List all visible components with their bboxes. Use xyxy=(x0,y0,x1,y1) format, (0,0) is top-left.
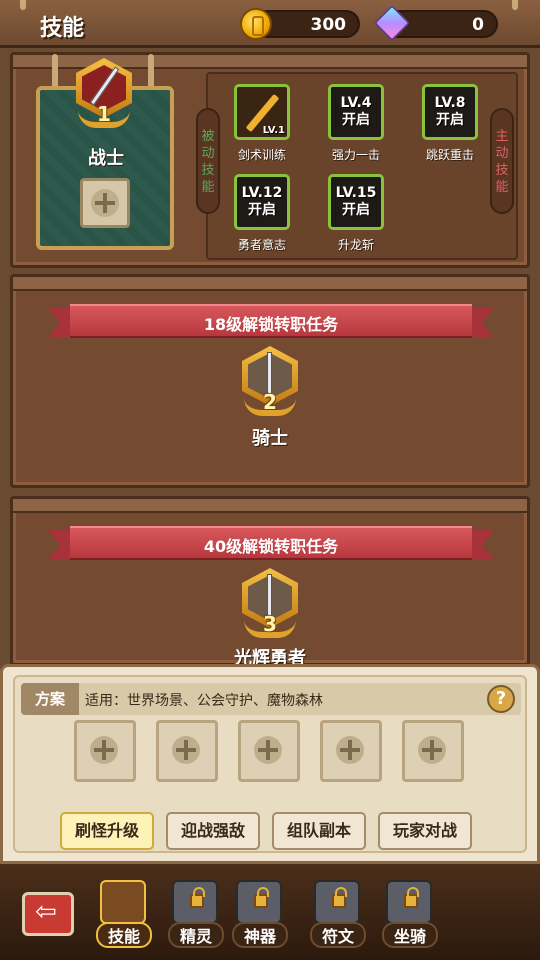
active-skills-tag: 主动技能 xyxy=(490,108,514,214)
class-rank: 2 xyxy=(263,390,277,414)
scheme-slot-5[interactable] xyxy=(402,720,464,782)
scheme-slot-4[interactable] xyxy=(320,720,382,782)
skill-name: 跳跃重击 xyxy=(425,148,474,162)
plus-icon xyxy=(91,189,119,217)
nav-label: 技能 xyxy=(96,922,152,948)
skill-lock-text: LV.12 开启 xyxy=(241,185,283,218)
exit-button[interactable] xyxy=(22,892,74,936)
skill-name: 升龙斩 xyxy=(337,238,374,252)
unlock-banner-text: 40级解锁转职任务 xyxy=(203,537,339,556)
lock-icon xyxy=(332,887,347,908)
lock-icon xyxy=(190,887,205,908)
hanger xyxy=(512,0,518,10)
plus-icon xyxy=(418,736,446,764)
nav-label: 符文 xyxy=(310,922,366,948)
unlock-banner: 18级解锁转职任务 xyxy=(48,304,494,340)
plus-icon xyxy=(172,736,200,764)
panel-trim xyxy=(13,277,527,291)
page-title: 技能 xyxy=(40,16,85,41)
class-name: 光辉勇者 xyxy=(234,648,306,664)
skill-lock-text: LV.15 开启 xyxy=(335,185,377,218)
scheme-description: 适用：世界场景、公会守护、魔物森林 xyxy=(85,693,323,709)
skill-lock-text: LV.4 开启 xyxy=(340,95,372,128)
nav-tab-spirits[interactable]: 精灵 xyxy=(164,876,228,954)
skill-name: 勇者意志 xyxy=(237,238,286,252)
nav-label: 精灵 xyxy=(168,922,224,948)
nav-label: 神器 xyxy=(232,922,288,948)
gem-counter: 0 xyxy=(373,4,498,42)
gem-icon xyxy=(373,4,411,42)
artifact-icon xyxy=(236,880,282,924)
unlock-banner-text: 18级解锁转职任务 xyxy=(203,315,339,334)
gold-coin-icon xyxy=(240,8,272,40)
passive-skills-tag: 被动技能 xyxy=(196,108,220,214)
mode-boss-button[interactable]: 迎战强敌 xyxy=(166,812,260,850)
nav-label: 坐骑 xyxy=(382,922,438,948)
hanger xyxy=(148,54,154,90)
skill-name: 剑术训练 xyxy=(237,148,286,162)
scheme-row: 方案 适用：世界场景、公会守护、魔物森林 ? xyxy=(21,683,521,715)
skill-jump-smash[interactable]: LV.8 开启 xyxy=(422,84,478,140)
plus-icon xyxy=(336,736,364,764)
rune-icon xyxy=(314,880,360,924)
nav-tab-artifacts[interactable]: 神器 xyxy=(228,876,292,954)
gold-counter: 300 xyxy=(240,8,360,40)
skill-sword-training[interactable]: LV.1 xyxy=(234,84,290,140)
spirit-icon xyxy=(172,880,218,924)
scheme-slot-1[interactable] xyxy=(74,720,136,782)
lock-icon xyxy=(254,887,269,908)
lock-icon xyxy=(404,887,419,908)
nav-tab-runes[interactable]: 符文 xyxy=(306,876,370,954)
skill-rising-dragon[interactable]: LV.15 开启 xyxy=(328,174,384,230)
hanger xyxy=(20,0,26,10)
active-tag-text: 主动技能 xyxy=(495,129,509,195)
mode-grind-button[interactable]: 刷怪升级 xyxy=(60,812,154,850)
gem-value: 0 xyxy=(472,15,484,35)
current-class-name: 战士 xyxy=(88,148,124,169)
class-rank: 3 xyxy=(263,612,277,636)
mode-party-button[interactable]: 组队副本 xyxy=(272,812,366,850)
nav-tab-mounts[interactable]: 坐骑 xyxy=(378,876,442,954)
brave-emblem-icon[interactable]: 3 xyxy=(238,568,302,640)
mount-icon xyxy=(386,880,432,924)
scheme-slot-2[interactable] xyxy=(156,720,218,782)
scheme-slot-3[interactable] xyxy=(238,720,300,782)
hanger xyxy=(52,54,58,90)
top-bar: 技能 300 0 xyxy=(0,0,540,48)
gold-value: 300 xyxy=(310,15,347,35)
mode-pvp-button[interactable]: 玩家对战 xyxy=(378,812,472,850)
scheme-label: 方案 xyxy=(21,683,79,715)
nav-tab-skills[interactable]: 技能 xyxy=(92,876,156,954)
help-button[interactable]: ? xyxy=(487,685,515,713)
knight-emblem-icon[interactable]: 2 xyxy=(238,346,302,418)
warrior-emblem-icon: 1 xyxy=(72,58,136,130)
panel-trim xyxy=(13,499,527,513)
plus-icon xyxy=(254,736,282,764)
skill-level-badge: LV.1 xyxy=(262,125,285,136)
skill-brave-will[interactable]: LV.12 开启 xyxy=(234,174,290,230)
plus-icon xyxy=(90,736,118,764)
skill-name: 强力一击 xyxy=(331,148,380,162)
skill-lock-text: LV.8 开启 xyxy=(434,95,466,128)
skill-power-strike[interactable]: LV.4 开启 xyxy=(328,84,384,140)
class-name: 骑士 xyxy=(252,428,288,449)
class-rank: 1 xyxy=(97,102,111,126)
passive-tag-text: 被动技能 xyxy=(201,129,215,195)
unlock-banner: 40级解锁转职任务 xyxy=(48,526,494,562)
passive-slot-add-button[interactable] xyxy=(80,178,130,228)
skill-book-icon xyxy=(100,880,146,924)
